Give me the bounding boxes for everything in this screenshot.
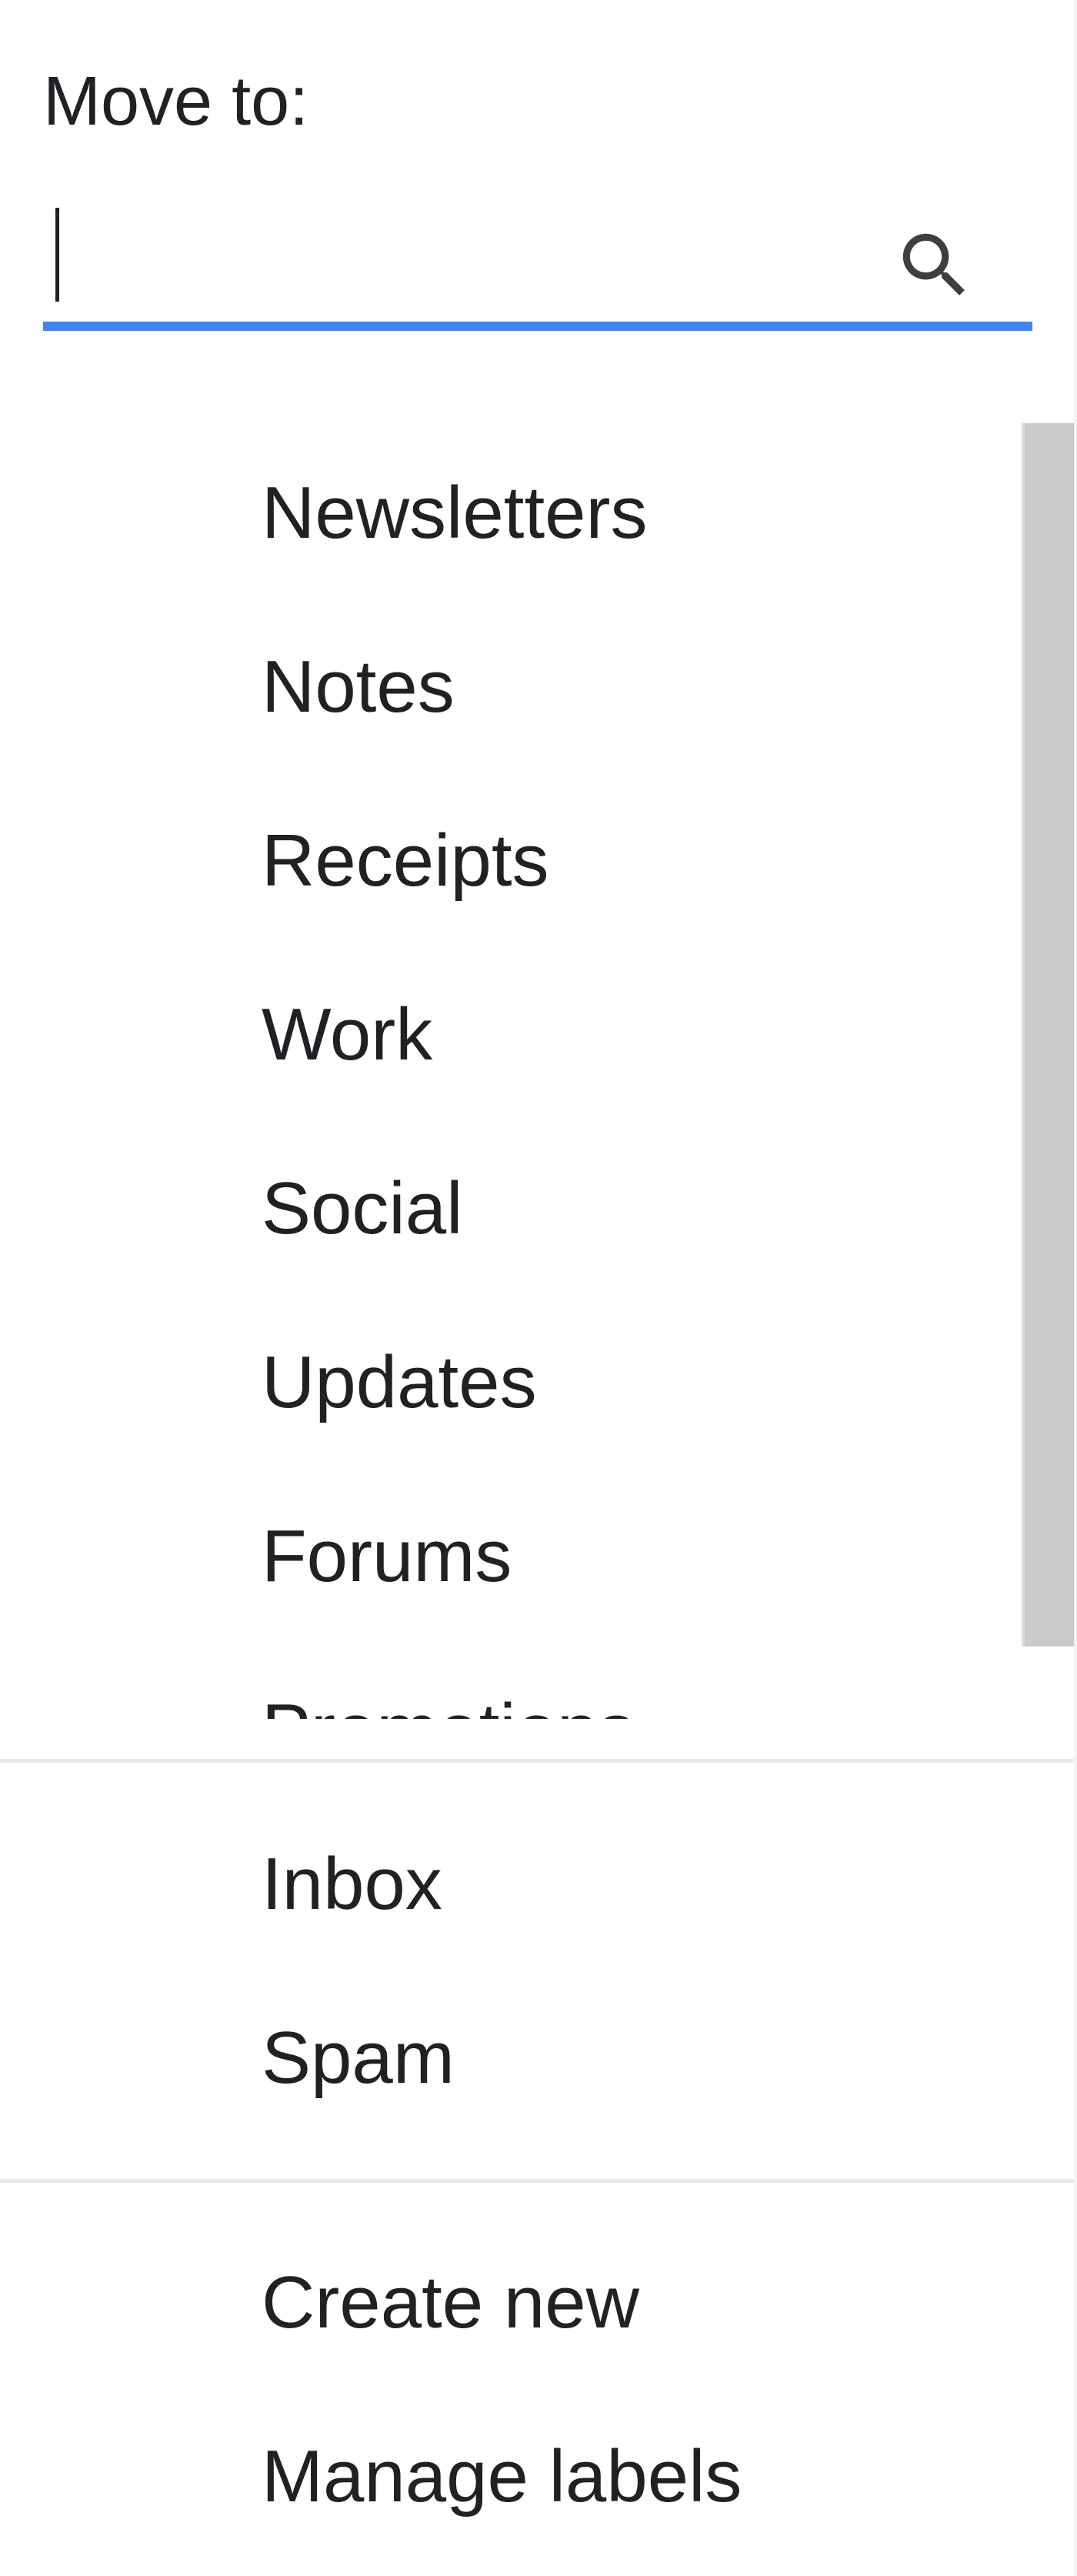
label-item-social[interactable]: Social [0,1122,1015,1296]
create-new-button[interactable]: Create new [0,2216,1077,2390]
label-item-text: Notes [262,646,455,728]
list-scrollbar-thumb[interactable] [1022,423,1075,1647]
label-list[interactable]: Newsletters Notes Receipts Work Social U… [0,392,1077,1719]
create-new-label: Create new [262,2261,639,2344]
label-item-text: Newsletters [262,472,648,554]
divider [0,1759,1077,1763]
label-item-text: Forums [262,1515,512,1597]
label-search-field[interactable] [43,185,1032,331]
text-caret [55,208,59,302]
move-to-menu: Move to: Newsletters Notes Receipts Work… [0,0,1077,2576]
label-item-forums[interactable]: Forums [0,1470,1015,1643]
folder-item-inbox[interactable]: Inbox [0,1797,1077,1971]
panel-edge [1074,0,1077,2576]
label-item-text: Social [262,1167,463,1250]
folder-item-text: Spam [262,2017,455,2099]
label-item-text: Updates [262,1341,537,1423]
divider [0,2179,1077,2183]
folder-item-text: Inbox [262,1843,442,1925]
label-item-work[interactable]: Work [0,948,1015,1122]
label-item-notes[interactable]: Notes [0,600,1015,774]
label-item-text: Receipts [262,819,549,902]
label-item-updates[interactable]: Updates [0,1296,1015,1470]
search-focus-underline [43,322,1032,331]
label-item-text: Promotions [262,1688,635,1719]
search-icon[interactable] [892,223,977,308]
manage-labels-label: Manage labels [262,2435,742,2518]
manage-labels-button[interactable]: Manage labels [0,2390,1077,2564]
label-item-text: Work [262,993,433,1076]
folder-item-spam[interactable]: Spam [0,1971,1077,2145]
label-item-receipts[interactable]: Receipts [0,774,1015,948]
search-input[interactable] [43,185,889,317]
menu-title: Move to: [43,63,309,140]
label-item-newsletters[interactable]: Newsletters [0,426,1015,600]
label-item-promotions[interactable]: Promotions [0,1643,1015,1719]
